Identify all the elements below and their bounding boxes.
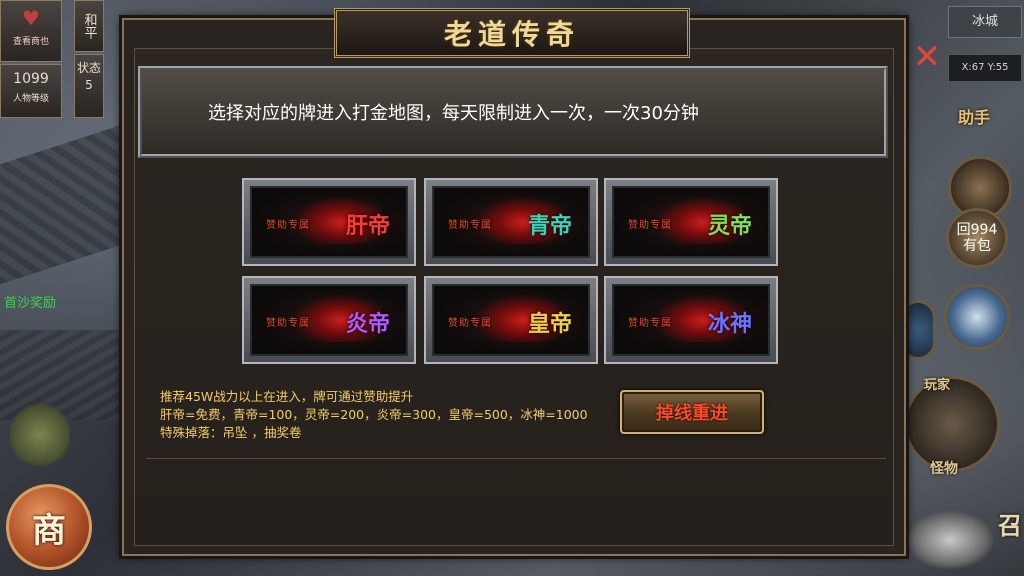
shop-button[interactable]: 商 (6, 484, 92, 570)
dialog-title-plate: 老道传奇 (334, 8, 690, 58)
notice-banner: 选择对应的牌进入打金地图，每天限制进入一次，一次30分钟 (138, 66, 888, 158)
summon-button[interactable]: 召 (998, 506, 1022, 541)
plaque-sponsor: 赞助专属 (448, 318, 492, 329)
target-monster-button[interactable]: 怪物 (930, 458, 958, 478)
plaque-sponsor: 赞助专属 (266, 220, 310, 231)
plaque-name: 青帝 (527, 214, 572, 239)
plaque-sponsor: 赞助专属 (448, 220, 492, 231)
avatar-label: 查看商也 (12, 37, 49, 47)
plaque-2[interactable]: 赞助专属 青帝 (424, 178, 598, 266)
plaque-sponsor: 赞助专属 (628, 318, 672, 329)
dialog-title: 老道传奇 (443, 18, 580, 51)
pk-mode-button[interactable]: 和平 (74, 0, 104, 52)
heart-icon: ♥ (22, 6, 40, 30)
character-level-button[interactable]: 1099 人物等级 (0, 64, 62, 118)
plaque-6[interactable]: 赞助专属 冰神 (604, 276, 778, 364)
plaque-face: 赞助专属 炎帝 (250, 284, 408, 356)
plaque-face: 赞助专属 青帝 (432, 186, 590, 258)
skill-button[interactable] (944, 284, 1010, 350)
tree-decoration (10, 400, 70, 470)
helper-button[interactable]: 助手 (944, 104, 1004, 148)
pk-mode-label: 和平 (81, 13, 97, 39)
plaque-sponsor: 赞助专属 (266, 318, 310, 329)
mount-decoration (905, 510, 995, 570)
info-prices: 肝帝=免费，青帝=100，灵帝=200，炎帝=300，皇帝=500，冰神=100… (160, 407, 588, 422)
plaque-1[interactable]: 赞助专属 肝帝 (242, 178, 416, 266)
state-button[interactable]: 状态 5 (74, 54, 104, 118)
plaque-3[interactable]: 赞助专属 灵帝 (604, 178, 778, 266)
plaque-name: 冰神 (707, 312, 752, 337)
plaque-4[interactable]: 赞助专属 炎帝 (242, 276, 416, 364)
gift-button[interactable]: 回994 有包 (946, 208, 1008, 268)
plaque-name: 灵帝 (707, 214, 752, 239)
gift-label-1: 回994 (956, 222, 998, 238)
power-value: 1099 (13, 71, 49, 87)
info-drops: 特殊掉落：吊坠 ，抽奖卷 (160, 425, 302, 440)
target-player-button[interactable]: 玩家 (924, 374, 950, 393)
plaque-sponsor: 赞助专属 (628, 220, 672, 231)
plaque-5[interactable]: 赞助专属 皇帝 (424, 276, 598, 364)
plaque-name: 肝帝 (345, 214, 390, 239)
plaque-name: 炎帝 (345, 312, 390, 337)
info-recommendation: 推荐45W战力以上在进入，牌可通过赞助提升 (160, 389, 414, 404)
plaque-face: 赞助专属 冰神 (612, 284, 770, 356)
reconnect-button[interactable]: 掉线重进 (620, 390, 764, 434)
plaque-face: 赞助专属 皇帝 (432, 284, 590, 356)
player-avatar-button[interactable]: ♥ 查看商也 (0, 0, 62, 62)
plaque-name: 皇帝 (527, 312, 572, 337)
plaque-face: 赞助专属 肝帝 (250, 186, 408, 258)
plaque-face: 赞助专属 灵帝 (612, 186, 770, 258)
close-icon[interactable]: ✕ (910, 40, 944, 74)
state-label: 状态 (76, 61, 101, 75)
coordinates-readout: X:67 Y:55 (948, 54, 1022, 82)
gift-label-2: 有包 (963, 238, 991, 254)
notice-text: 选择对应的牌进入打金地图，每天限制进入一次，一次30分钟 (208, 103, 699, 124)
map-name[interactable]: 冰城 (948, 6, 1022, 38)
sand-reward-link[interactable]: 首沙奖励 (4, 292, 56, 311)
state-value: 5 (85, 78, 93, 92)
divider (146, 458, 886, 459)
power-label: 人物等级 (12, 94, 49, 104)
